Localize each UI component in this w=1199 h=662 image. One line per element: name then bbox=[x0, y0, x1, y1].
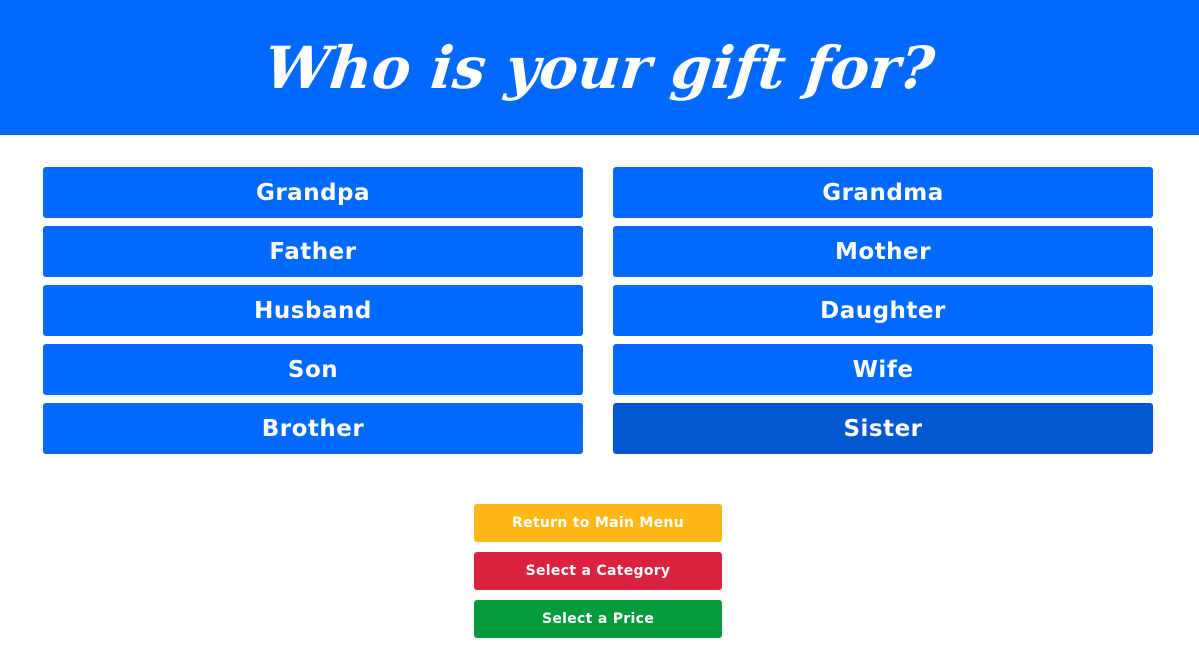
select-price-button[interactable]: Select a Price bbox=[474, 600, 722, 638]
action-buttons: Return to Main Menu Select a Category Se… bbox=[474, 504, 722, 638]
recipient-grid: Grandpa Grandma Father Mother Husband Da… bbox=[43, 167, 1153, 454]
recipient-button-brother[interactable]: Brother bbox=[43, 403, 583, 454]
return-main-menu-button[interactable]: Return to Main Menu bbox=[474, 504, 722, 542]
select-category-button[interactable]: Select a Category bbox=[474, 552, 722, 590]
recipient-button-wife[interactable]: Wife bbox=[613, 344, 1153, 395]
recipient-button-sister[interactable]: Sister bbox=[613, 403, 1153, 454]
header-banner: Who is your gift for? bbox=[0, 0, 1199, 135]
recipient-button-husband[interactable]: Husband bbox=[43, 285, 583, 336]
page-title: Who is your gift for? bbox=[261, 33, 938, 102]
recipient-button-grandma[interactable]: Grandma bbox=[613, 167, 1153, 218]
recipient-button-daughter[interactable]: Daughter bbox=[613, 285, 1153, 336]
recipient-button-mother[interactable]: Mother bbox=[613, 226, 1153, 277]
recipient-button-father[interactable]: Father bbox=[43, 226, 583, 277]
recipient-button-son[interactable]: Son bbox=[43, 344, 583, 395]
recipient-button-grandpa[interactable]: Grandpa bbox=[43, 167, 583, 218]
